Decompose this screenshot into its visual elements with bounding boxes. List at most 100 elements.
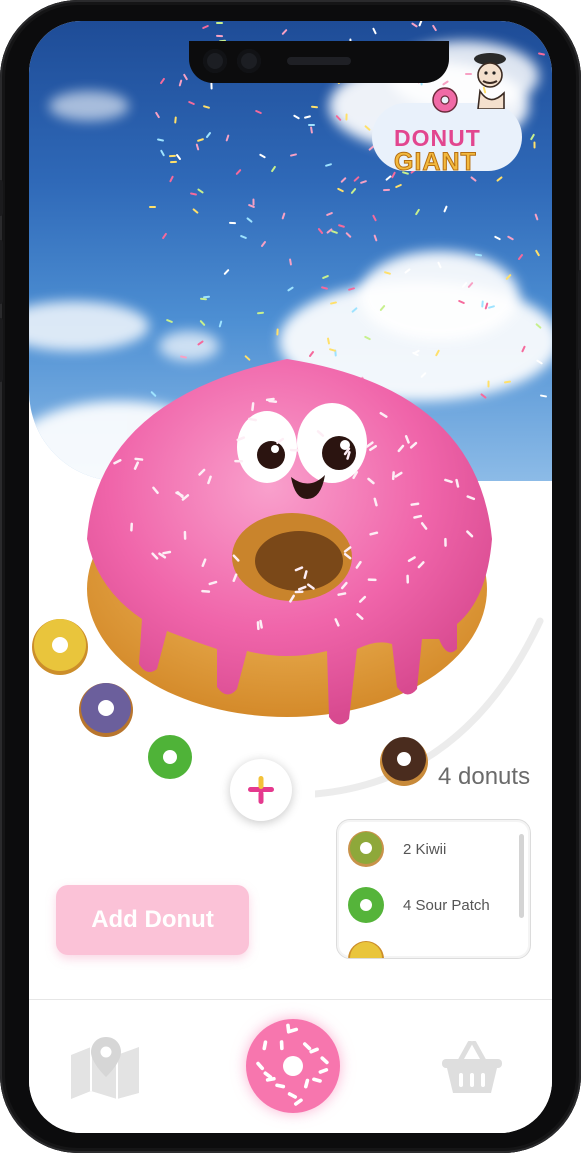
sky-sprinkle — [310, 105, 319, 109]
donut-nav-button[interactable] — [246, 1019, 340, 1113]
sky-sprinkle — [496, 176, 503, 183]
sky-sprinkle — [324, 163, 332, 168]
sky-sprinkle — [169, 161, 177, 164]
list-item[interactable]: 2 Kiwii — [347, 830, 517, 874]
sky-sprinkle — [308, 123, 316, 126]
sky-sprinkle — [394, 183, 403, 189]
sky-sprinkle — [199, 320, 206, 327]
sky-sprinkle — [210, 82, 214, 90]
sky-sprinkle — [288, 257, 293, 266]
sky-sprinkle — [254, 109, 262, 115]
sky-sprinkle — [182, 73, 188, 81]
sky-sprinkle — [331, 230, 339, 235]
add-donut-button[interactable]: Add Donut — [56, 885, 249, 955]
sky-sprinkle — [321, 274, 330, 280]
map-pin-icon[interactable] — [69, 1037, 143, 1099]
sky-sprinkle — [431, 24, 437, 32]
app-screen: DONUT GIANT 4 donuts 2 Kiwii 4 Sour Patc… — [29, 21, 552, 1133]
sky-sprinkle — [149, 206, 157, 209]
volume-down-button — [0, 318, 3, 382]
sky-sprinkle — [541, 21, 547, 28]
sky-sprinkle — [320, 286, 328, 291]
sprinkle-donut-icon — [348, 941, 384, 958]
basket-icon[interactable] — [442, 1041, 502, 1095]
lemon-donut-chip[interactable] — [29, 617, 91, 677]
list-item-label: 2 Kiwii — [403, 841, 447, 858]
sky-sprinkle — [529, 133, 535, 141]
add-flavor-button[interactable] — [230, 759, 292, 821]
sky-sprinkle — [414, 208, 421, 216]
sky-sprinkle — [202, 295, 210, 299]
device-notch — [189, 41, 449, 83]
sky-sprinkle — [169, 175, 175, 183]
plus-icon — [248, 776, 274, 804]
sky-sprinkle — [360, 180, 368, 185]
sky-sprinkle — [205, 131, 212, 139]
blueberry-donut-chip[interactable] — [77, 681, 135, 739]
phone-frame: DONUT GIANT 4 donuts 2 Kiwii 4 Sour Patc… — [0, 0, 581, 1153]
sky-sprinkle — [443, 205, 448, 213]
sky-sprinkle — [195, 143, 200, 151]
sky-sprinkle — [529, 21, 536, 27]
sky-sprinkle — [155, 111, 161, 119]
sky-sprinkle — [345, 231, 352, 239]
nav-divider — [29, 999, 552, 1000]
sky-sprinkle — [534, 213, 539, 222]
list-item[interactable]: 4 Sour Patch — [347, 886, 517, 930]
sky-sprinkle — [410, 22, 418, 28]
order-list[interactable]: 2 Kiwii 4 Sour Patch — [336, 819, 531, 959]
sky-sprinkle — [517, 253, 524, 261]
sky-sprinkle — [196, 138, 205, 143]
sky-sprinkle — [156, 138, 164, 142]
sky-sprinkle — [281, 29, 288, 36]
sky-sprinkle — [340, 176, 347, 183]
sky-sprinkle — [337, 223, 345, 228]
sky-sprinkle — [326, 212, 334, 217]
sky-sprinkle — [159, 77, 166, 85]
sky-sprinkle — [218, 320, 223, 329]
sky-sprinkle — [539, 394, 547, 398]
list-item[interactable] — [347, 940, 517, 958]
bottom-navigation — [29, 1001, 552, 1133]
sky-sprinkle — [260, 241, 266, 248]
sky-sprinkle — [371, 214, 377, 222]
sky-sprinkle — [215, 22, 223, 25]
chocolate-donut-chip[interactable] — [377, 735, 431, 787]
sky-sprinkle — [281, 212, 286, 220]
giant-mascot-icon — [474, 53, 506, 109]
camera-icon — [203, 49, 227, 73]
brand-line2: GIANT — [394, 148, 477, 177]
sky-sprinkle — [235, 168, 242, 175]
sky-sprinkle — [246, 217, 253, 224]
list-scrollbar[interactable] — [519, 834, 524, 918]
sky-sprinkle — [161, 232, 168, 240]
sky-sprinkle — [293, 114, 301, 120]
sky-sprinkle — [192, 207, 199, 214]
sky-sprinkle — [197, 188, 205, 194]
sky-sprinkle — [317, 227, 324, 235]
sky-sprinkle — [175, 153, 182, 161]
sky-sprinkle — [190, 192, 198, 197]
logo-donut-icon — [432, 87, 458, 113]
sky-sprinkle — [259, 153, 267, 159]
sky-sprinkle — [289, 153, 297, 157]
sky-sprinkle — [506, 235, 514, 241]
sky-sprinkle — [537, 51, 546, 56]
sky-sprinkle — [169, 154, 177, 157]
sky-sprinkle — [304, 115, 312, 119]
featured-donut-character — [87, 359, 492, 725]
sky-sprinkle — [276, 328, 279, 336]
sky-sprinkle — [371, 27, 377, 35]
sky-sprinkle — [173, 115, 177, 124]
sky-sprinkle — [372, 233, 378, 242]
sour-patch-donut-chip[interactable] — [146, 733, 194, 781]
sky-sprinkle — [345, 113, 348, 121]
list-item-label: 4 Sour Patch — [403, 897, 490, 914]
sky-sprinkle — [270, 165, 276, 173]
kiwi-donut-icon — [348, 831, 384, 867]
sky-sprinkle — [216, 34, 224, 38]
sky-sprinkle — [228, 221, 237, 224]
sour-patch-donut-icon — [348, 887, 384, 923]
sky-sprinkle — [350, 187, 357, 195]
sky-sprinkle — [224, 133, 230, 142]
